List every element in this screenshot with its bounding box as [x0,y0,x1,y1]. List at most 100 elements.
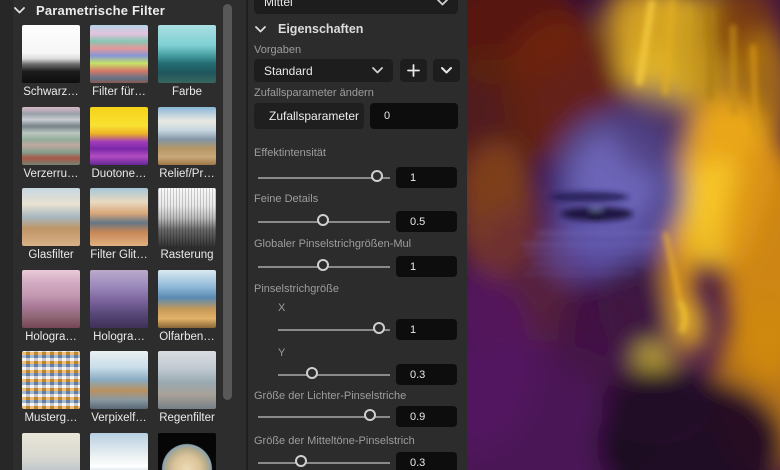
slider-label: Größe der Lichter-Pinselstriche [254,390,407,402]
properties-section-header[interactable]: Eigenschaften [255,22,363,36]
filter-label: Musterg… [24,412,78,425]
filters-panel-title: Parametrische Filter [36,3,166,18]
slider-track[interactable] [258,211,390,233]
plus-icon [407,64,420,77]
slider-track[interactable] [258,256,390,278]
slider-handle[interactable] [305,367,318,379]
slider-label: X [278,302,286,314]
application-window: Parametrische Filter Schwarz… Filter für… [0,0,780,470]
slider-handle[interactable] [317,214,330,226]
slider-track-line [278,374,390,376]
filter-thumbnail-image [158,269,216,328]
filter-item[interactable]: Verpixelf… [90,351,148,433]
filter-label: Verzerru… [23,167,79,180]
filter-label: Ölfarben… [159,330,215,343]
filter-item[interactable]: Hologra… [22,269,80,352]
slider-track[interactable] [278,319,390,341]
filter-item[interactable]: Glasfilter [22,188,80,270]
slider-row: 0.3 [248,452,467,470]
slider-row: 0.5 [248,211,467,233]
filter-item[interactable]: Duotone… [90,106,148,189]
chevron-down-icon [14,7,25,14]
slider-label: Feine Details [254,193,319,205]
filter-thumbnail-image [90,25,148,83]
preset-dropdown[interactable]: Standard [254,59,393,82]
filter-item[interactable]: Verzerru… [22,106,80,189]
filter-thumbnail-image [22,432,80,470]
filter-label: Filter Glit… [90,249,148,262]
filter-label: Verpixelf… [91,412,147,425]
panel-edge [0,0,13,470]
slider-handle[interactable] [373,322,386,334]
scrollbar-thumb[interactable] [223,4,232,400]
slider-value-field[interactable]: 0.3 [396,364,457,385]
slider-value-field[interactable]: 0.5 [396,211,457,232]
filter-item[interactable]: Ölfarben… [158,269,216,352]
randomize-button[interactable]: Zufallsparameter [254,103,364,129]
slider-label: Größe der Mitteltöne-Pinselstrich [254,435,415,447]
chevron-down-icon [255,25,266,32]
slider-handle[interactable] [294,455,307,467]
parametric-filters-panel: Parametrische Filter Schwarz… Filter für… [0,0,246,470]
filter-item[interactable]: Rasterung [158,188,216,270]
filter-thumbnail-image [90,351,148,410]
filter-label: Regenfilter [159,412,215,425]
filter-label: Glasfilter [28,249,74,262]
filter-item[interactable]: Relief/Pr… [158,106,216,189]
filter-item[interactable]: Filter Glit… [90,188,148,270]
slider-track-line [258,462,390,464]
filter-item[interactable]: Farbe [158,25,216,107]
properties-title: Eigenschaften [278,22,364,36]
slider-handle[interactable] [317,259,330,271]
slider-value-field[interactable]: 0.3 [396,452,457,470]
slider-label: Globaler Pinselstrichgrößen-Mul [254,238,412,250]
filter-item[interactable]: Regenfilter [158,351,216,433]
add-preset-button[interactable] [400,59,427,82]
filter-item[interactable]: Musterg… [22,351,80,433]
slider-track[interactable] [258,167,390,189]
filter-thumbnail-image [158,432,216,470]
filter-thumbnail-image [90,269,148,328]
slider-value-field[interactable]: 1 [396,256,457,277]
filter-label: Relief/Pr… [159,167,215,180]
dropdown-value: Mittel [264,0,293,9]
filter-item[interactable] [90,432,148,470]
filter-thumbnail-image [90,188,148,247]
slider-row: 0.3 [248,364,467,386]
canvas-preview[interactable] [467,0,780,470]
slider-handle[interactable] [371,170,384,182]
filter-label: Farbe [171,86,203,98]
slider-row: 1 [248,319,467,341]
slider-handle[interactable] [363,409,376,421]
slider-value-field[interactable]: 1 [396,319,457,340]
filters-section-header[interactable]: Parametrische Filter [14,3,165,18]
filter-item[interactable]: Schwarz… [22,25,80,107]
slider-value-field[interactable]: 1 [396,167,457,188]
random-section-label: Zufallsparameter ändern [254,87,374,99]
slider-label: Effektintensität [254,147,326,159]
brush-size-group-label: Pinselstrichgröße [254,283,339,295]
filter-thumbnail-image [158,351,216,410]
slider-track-line [258,177,390,179]
preset-menu-button[interactable] [433,59,460,82]
filter-label: Duotone… [91,167,147,180]
filter-label: Hologra… [25,330,77,343]
filter-thumbnail-image [158,106,216,165]
filter-item[interactable] [158,432,216,470]
slider-track[interactable] [278,364,390,386]
slider-track[interactable] [258,452,390,470]
slider-row: 0.9 [248,406,467,428]
filter-item[interactable] [22,432,80,470]
filter-item[interactable]: Hologra… [90,269,148,352]
slider-row: 1 [248,256,467,278]
blend-mode-dropdown[interactable]: Mittel [254,0,458,14]
filter-item[interactable]: Filter für… [90,25,148,107]
randomize-button-label: Zufallsparameter [269,109,360,123]
slider-value-field[interactable]: 0.9 [396,406,457,427]
slider-track[interactable] [258,406,390,428]
filter-thumbnail-image [90,432,148,470]
filter-thumbnail-image [22,188,80,247]
chevron-down-icon [372,67,383,74]
filter-thumbnail-image [22,25,80,83]
random-seed-field[interactable]: 0 [370,103,458,129]
